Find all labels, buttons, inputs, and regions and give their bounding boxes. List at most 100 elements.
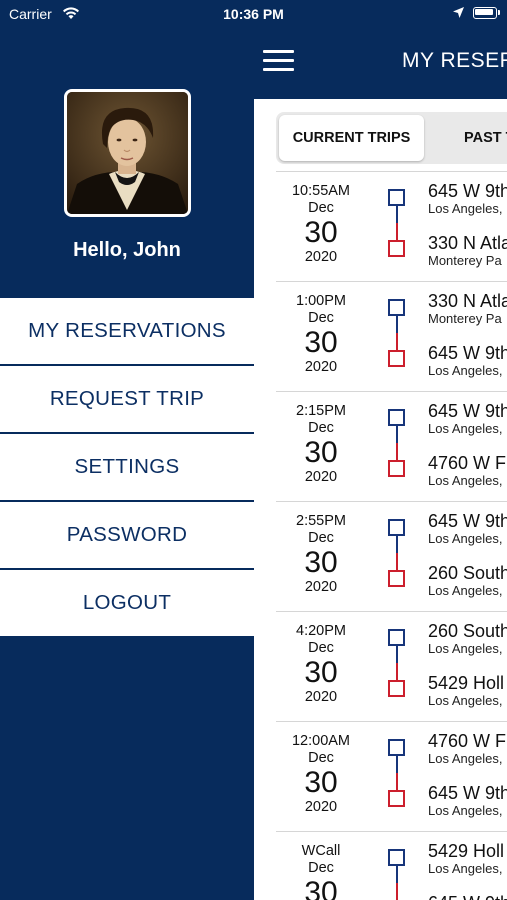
menu-item-request-trip[interactable]: REQUEST TRIP (0, 366, 254, 434)
trip-datetime: WCall Dec 30 2020 (276, 843, 366, 900)
dropoff-street: 645 W 9th (428, 343, 507, 363)
route-line-pickup (396, 645, 398, 664)
route-line-pickup (396, 755, 398, 774)
trip-row[interactable]: 1:00PM Dec 30 2020 330 N Atla Monterey P… (276, 282, 507, 392)
tab-past-trips[interactable]: PAST TRIPS (464, 115, 507, 161)
trip-day: 30 (304, 326, 338, 359)
trip-month: Dec (308, 310, 334, 326)
pickup-square-icon (388, 739, 405, 756)
menu-item-password[interactable]: PASSWORD (0, 502, 254, 570)
dropoff-street: 5429 Holl (428, 673, 505, 693)
dropoff-city: Monterey Pa (428, 253, 502, 268)
dropoff-address: 4760 W F Los Angeles, (428, 453, 506, 489)
dropoff-street: 4760 W F (428, 453, 507, 473)
route-line-dropoff (396, 773, 398, 791)
pickup-street: 645 W 9th (428, 401, 507, 421)
clock: 10:36 PM (223, 6, 284, 22)
dropoff-square-icon (388, 790, 405, 807)
menu-item-settings[interactable]: SETTINGS (0, 434, 254, 502)
trip-year: 2020 (304, 469, 338, 485)
page-title: MY RESERVATIONS (402, 49, 507, 72)
nav-bar: MY RESERVATIONS (254, 27, 507, 99)
trip-row[interactable]: 2:15PM Dec 30 2020 645 W 9th Los Angeles… (276, 392, 507, 502)
trip-datetime: 12:00AM Dec 30 2020 (276, 733, 366, 816)
trip-row[interactable]: 4:20PM Dec 30 2020 260 South Los Angeles… (276, 612, 507, 722)
dropoff-city: Los Angeles, (428, 803, 503, 818)
trip-datetime: 2:15PM Dec 30 2020 (276, 403, 366, 486)
trip-year: 2020 (304, 689, 338, 705)
route-line-pickup (396, 535, 398, 554)
dropoff-square-icon (388, 240, 405, 257)
pickup-square-icon (388, 519, 405, 536)
avatar (64, 89, 191, 217)
dropoff-address: 260 South Los Angeles, (428, 563, 507, 599)
dropoff-street: 330 N Atla (428, 233, 507, 253)
trip-time: 12:00AM (291, 733, 351, 749)
trip-year: 2020 (304, 579, 338, 595)
trip-time: 4:20PM (296, 623, 346, 639)
route-line-pickup (396, 425, 398, 444)
route-indicator (384, 849, 408, 900)
trip-time: 1:00PM (296, 293, 346, 309)
trip-datetime: 1:00PM Dec 30 2020 (276, 293, 366, 376)
trip-day: 30 (304, 436, 338, 469)
pickup-street: 260 South (428, 621, 507, 641)
dropoff-city: Los Angeles, (428, 693, 503, 708)
dropoff-street: 645 W 9th (428, 893, 507, 900)
route-indicator (384, 739, 408, 809)
trip-row[interactable]: 10:55AM Dec 30 2020 645 W 9th Los Angele… (276, 171, 507, 282)
trip-row[interactable]: 2:55PM Dec 30 2020 645 W 9th Los Angeles… (276, 502, 507, 612)
pickup-square-icon (388, 849, 405, 866)
trip-row[interactable]: WCall Dec 30 2020 5429 Holl Los Angeles,… (276, 832, 507, 900)
trip-datetime: 4:20PM Dec 30 2020 (276, 623, 366, 706)
reservations-content: CURRENT TRIPS PAST TRIPS 10:55AM Dec 30 … (254, 99, 507, 900)
route-line-dropoff (396, 663, 398, 681)
trip-month: Dec (308, 750, 334, 766)
dropoff-city: Los Angeles, (428, 583, 503, 598)
greeting-text: Hello, John (73, 239, 181, 261)
trip-month: Dec (308, 530, 334, 546)
dropoff-address: 645 W 9th Los Angeles, (428, 783, 507, 819)
pickup-street: 5429 Holl (428, 841, 505, 861)
dropoff-square-icon (388, 350, 405, 367)
pickup-square-icon (388, 299, 405, 316)
route-indicator (384, 519, 408, 589)
route-line-dropoff (396, 553, 398, 571)
route-indicator (384, 409, 408, 479)
trip-list: 10:55AM Dec 30 2020 645 W 9th Los Angele… (276, 171, 507, 900)
trip-day: 30 (304, 546, 338, 579)
route-indicator (384, 189, 408, 259)
route-line-dropoff (396, 883, 398, 900)
pickup-street: 330 N Atla (428, 291, 507, 311)
trip-year: 2020 (304, 249, 338, 265)
trip-month: Dec (308, 640, 334, 656)
tab-current-trips[interactable]: CURRENT TRIPS (279, 115, 424, 161)
trip-datetime: 10:55AM Dec 30 2020 (276, 183, 366, 266)
dropoff-square-icon (388, 570, 405, 587)
dropoff-square-icon (388, 460, 405, 477)
dropoff-street: 645 W 9th (428, 783, 507, 803)
drawer-menu: MY RESERVATIONS REQUEST TRIP SETTINGS PA… (0, 298, 254, 636)
status-bar: Carrier 10:36 PM (0, 0, 507, 27)
hamburger-menu-icon[interactable] (263, 50, 295, 72)
location-arrow-icon (452, 6, 465, 22)
route-line-dropoff (396, 333, 398, 351)
pickup-city: Los Angeles, (428, 201, 503, 216)
dropoff-address: 330 N Atla Monterey Pa (428, 233, 507, 269)
route-line-pickup (396, 865, 398, 884)
trip-day: 30 (304, 656, 338, 689)
pickup-street: 4760 W F (428, 731, 507, 751)
trip-datetime: 2:55PM Dec 30 2020 (276, 513, 366, 596)
route-line-dropoff (396, 223, 398, 241)
pickup-city: Los Angeles, (428, 751, 503, 766)
trip-row[interactable]: 12:00AM Dec 30 2020 4760 W F Los Angeles… (276, 722, 507, 832)
menu-item-my-reservations[interactable]: MY RESERVATIONS (0, 298, 254, 366)
route-indicator (384, 629, 408, 699)
pickup-street: 645 W 9th (428, 511, 507, 531)
pickup-city: Los Angeles, (428, 641, 503, 656)
trip-time: 10:55AM (291, 183, 351, 199)
pickup-address: 645 W 9th Los Angeles, (428, 401, 507, 437)
menu-item-logout[interactable]: LOGOUT (0, 570, 254, 636)
pickup-city: Los Angeles, (428, 861, 503, 876)
trip-year: 2020 (304, 359, 338, 375)
